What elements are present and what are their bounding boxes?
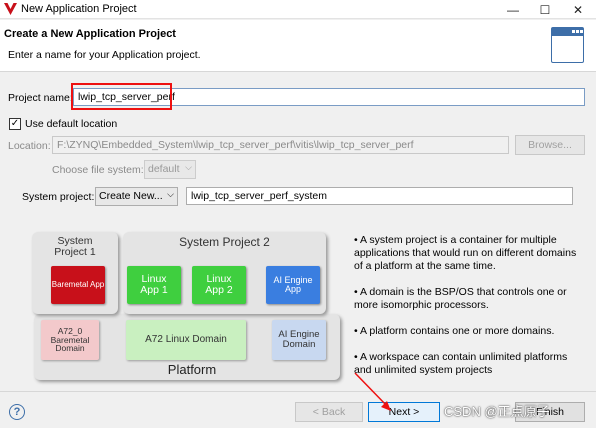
maximize-icon[interactable]: ☐: [530, 0, 560, 19]
chevron-down-icon: ⌵: [185, 162, 192, 172]
use-default-location-checkbox[interactable]: ✓: [9, 118, 21, 130]
bullet-domain: • A domain is the BSP/OS that controls o…: [354, 286, 567, 312]
highlight-box: [71, 83, 172, 110]
file-system-label: Choose file system:: [52, 164, 144, 176]
browse-button[interactable]: Browse...: [515, 135, 585, 155]
window-title: New Application Project: [21, 3, 137, 15]
system-project-label: System project:: [22, 191, 95, 203]
close-icon[interactable]: ✕: [563, 0, 593, 19]
wizard-header: Create a New Application Project Enter a…: [0, 20, 596, 72]
chevron-down-icon: ⌵: [167, 189, 174, 199]
bullet-system-project: • A system project is a container for mu…: [354, 234, 577, 273]
use-default-location-label: Use default location: [25, 118, 118, 130]
a72-linux-domain-block: A72 Linux Domain: [126, 320, 246, 360]
info-bullets: • A system project is a container for mu…: [354, 234, 586, 390]
dialog-window: New Application Project — ☐ ✕ Create a N…: [0, 0, 596, 428]
minimize-icon[interactable]: —: [498, 0, 528, 19]
platform-label: Platform: [167, 362, 217, 378]
watermark: CSDN @正点原子: [444, 404, 550, 419]
file-system-select[interactable]: default ⌵: [144, 160, 196, 179]
page-message: Enter a name for your Application projec…: [8, 49, 201, 61]
title-bar: New Application Project — ☐ ✕: [0, 0, 596, 19]
red-arrow-icon: [354, 372, 391, 411]
help-icon[interactable]: ?: [9, 404, 25, 420]
location-input[interactable]: F:\ZYNQ\Embedded_System\lwip_tcp_server_…: [52, 136, 509, 154]
system-project-combo-value: Create New...: [99, 190, 163, 202]
a72-baremetal-domain-block: A72_0 Baremetal Domain: [41, 320, 99, 360]
system-project-select[interactable]: Create New... ⌵: [95, 187, 178, 206]
linux-app-1-block: Linux App 1: [127, 266, 181, 304]
location-label: Location:: [8, 140, 51, 152]
system-project-name-input[interactable]: lwip_tcp_server_perf_system: [186, 187, 573, 205]
project-name-label: Project name:: [8, 92, 73, 104]
ai-engine-domain-block: AI Engine Domain: [272, 320, 326, 360]
baremetal-app-block: Baremetal App: [51, 266, 105, 304]
file-system-value: default: [148, 163, 180, 175]
bullet-platform: • A platform contains one or more domain…: [354, 325, 555, 338]
wizard-banner-icon: [551, 27, 584, 63]
page-title: Create a New Application Project: [4, 28, 176, 40]
system-project-2-label: System Project 2: [179, 235, 270, 249]
system-project-1-label: System Project 1: [54, 235, 96, 259]
ai-engine-app-block: AI Engine App: [266, 266, 320, 304]
system-project-diagram: System Project 1 System Project 2 Bareme…: [32, 228, 342, 380]
linux-app-2-block: Linux App 2: [192, 266, 246, 304]
vitis-logo-icon: [4, 3, 17, 15]
